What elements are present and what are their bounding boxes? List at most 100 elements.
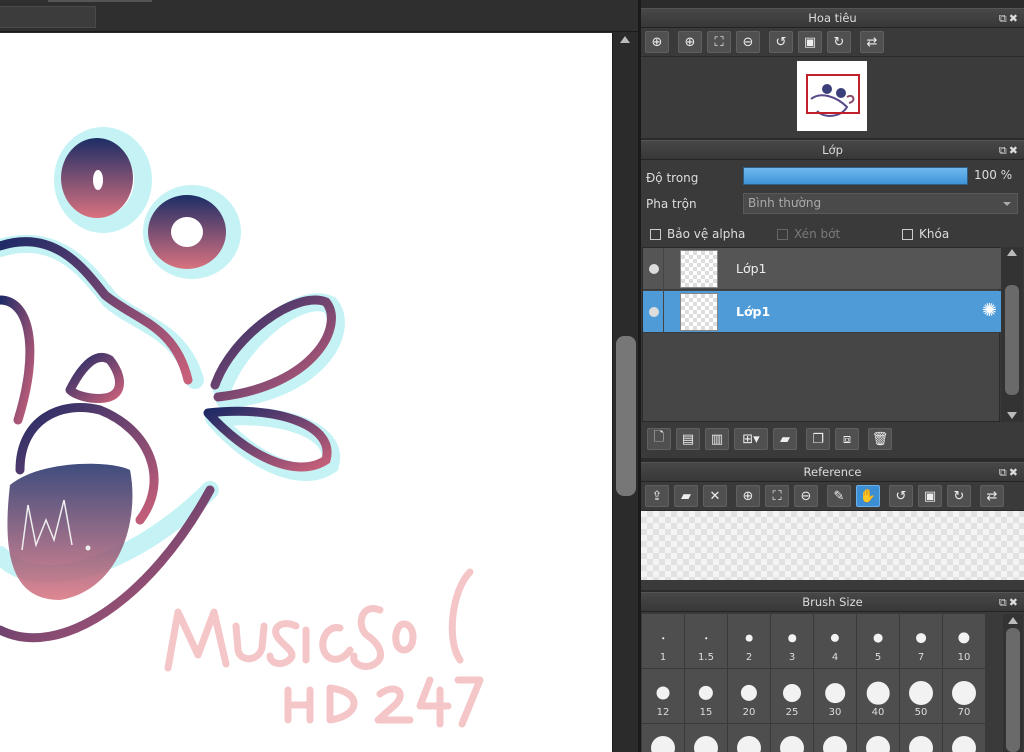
- close-icon[interactable]: ✖: [1009, 466, 1020, 479]
- checkbox-box[interactable]: [650, 228, 661, 240]
- checkbox-box[interactable]: [777, 228, 788, 240]
- protect-alpha-checkbox[interactable]: Bảo vệ alpha: [650, 227, 745, 241]
- close-icon[interactable]: ✖: [1009, 12, 1020, 25]
- brush-size-cell[interactable]: [900, 724, 942, 752]
- visibility-icon[interactable]: [649, 264, 659, 274]
- brush-size-cell[interactable]: [814, 724, 856, 752]
- layer-title: Lớp: [822, 143, 843, 157]
- scroll-up-arrow-icon[interactable]: [620, 36, 630, 43]
- rotate-left-icon[interactable]: ↺: [889, 485, 913, 507]
- scroll-up-arrow-icon[interactable]: [1007, 249, 1017, 256]
- open-folder-icon[interactable]: ▰: [674, 485, 698, 507]
- close-icon[interactable]: ✖: [1009, 144, 1020, 157]
- brush-size-cell[interactable]: 4: [814, 614, 856, 668]
- brush-size-cell[interactable]: [685, 724, 727, 752]
- brush-size-cell[interactable]: [728, 724, 770, 752]
- brush-size-cell[interactable]: [642, 724, 684, 752]
- brush-size-cell[interactable]: 25: [771, 669, 813, 723]
- brush-size-cell[interactable]: 1.5: [685, 614, 727, 668]
- zoom-reset-icon[interactable]: ⊕: [645, 31, 669, 53]
- brush-size-cell[interactable]: 2: [728, 614, 770, 668]
- canvas-tab[interactable]: [0, 6, 96, 28]
- rotate-right-icon[interactable]: ↻: [827, 31, 851, 53]
- scroll-down-arrow-icon[interactable]: [1007, 412, 1017, 419]
- brush-dot-icon: [745, 634, 753, 642]
- lock-checkbox[interactable]: Khóa: [902, 227, 949, 241]
- flip-icon[interactable]: ⇄: [860, 31, 884, 53]
- brush-size-cell[interactable]: [943, 724, 985, 752]
- undock-icon[interactable]: ⧉: [999, 12, 1009, 25]
- reference-header: Reference ⧉✖: [641, 462, 1024, 482]
- scroll-up-arrow-icon[interactable]: [1008, 617, 1018, 624]
- brush-size-cell[interactable]: 30: [814, 669, 856, 723]
- scrollbar-thumb[interactable]: [616, 336, 636, 496]
- blend-mode-select[interactable]: Bình thường: [743, 193, 1018, 214]
- reference-toolbar: ⇪ ▰ ✕ ⊕ ⛶ ⊖ ✎ ✋ ↺ ▣ ↻ ⇄: [641, 482, 1024, 510]
- brush-size-cell[interactable]: [857, 724, 899, 752]
- brush-size-cell[interactable]: 1: [642, 614, 684, 668]
- new-8bit-layer-icon[interactable]: ▤: [676, 428, 700, 450]
- brush-size-cell[interactable]: 5: [857, 614, 899, 668]
- canvas-vertical-scrollbar[interactable]: [612, 33, 638, 752]
- brush-size-grid: 1 1.5 2 3 4 5 7 10 12 15 20 25 30 40 50 70: [642, 614, 986, 752]
- new-1bit-layer-icon[interactable]: ▥: [705, 428, 729, 450]
- layer-row-selected[interactable]: Lớp1 ✺: [643, 291, 1001, 333]
- brush-size-label: 25: [785, 707, 799, 718]
- fit-icon[interactable]: ⛶: [707, 31, 731, 53]
- brush-size-cell[interactable]: 3: [771, 614, 813, 668]
- opacity-value: 100 %: [974, 168, 1013, 182]
- brush-size-cell[interactable]: 10: [943, 614, 985, 668]
- flip-icon[interactable]: ⇄: [980, 485, 1004, 507]
- close-icon[interactable]: ✖: [1009, 596, 1020, 609]
- reference-canvas[interactable]: [641, 510, 1024, 580]
- brush-size-cell[interactable]: 15: [685, 669, 727, 723]
- navigator-title: Hoa tiêu: [808, 11, 857, 25]
- layer-list-scrollbar[interactable]: [1001, 247, 1023, 422]
- brush-size-label: 7: [917, 652, 925, 663]
- brush-size-cell[interactable]: 20: [728, 669, 770, 723]
- add-layer-menu-icon[interactable]: ⊞▾: [734, 428, 768, 450]
- delete-layer-icon[interactable]: 🗑: [868, 428, 892, 450]
- scrollbar-thumb[interactable]: [1006, 628, 1020, 752]
- brush-size-cell[interactable]: [771, 724, 813, 752]
- zoom-in-icon[interactable]: ⊕: [736, 485, 760, 507]
- brush-size-cell[interactable]: 70: [943, 669, 985, 723]
- hand-icon[interactable]: ✋: [856, 485, 880, 507]
- reset-rotation-icon[interactable]: ▣: [798, 31, 822, 53]
- scrollbar-thumb[interactable]: [1005, 285, 1019, 395]
- opacity-slider[interactable]: [743, 167, 968, 185]
- close-icon[interactable]: ✕: [703, 485, 727, 507]
- gear-icon[interactable]: ✺: [982, 300, 997, 321]
- brush-size-scrollbar[interactable]: [1003, 614, 1023, 752]
- visibility-icon[interactable]: [649, 307, 659, 317]
- upload-icon[interactable]: ⇪: [645, 485, 669, 507]
- undock-icon[interactable]: ⧉: [999, 596, 1009, 609]
- new-layer-icon[interactable]: 🗋: [647, 428, 671, 450]
- brush-size-cell[interactable]: 12: [642, 669, 684, 723]
- undock-icon[interactable]: ⧉: [999, 466, 1009, 479]
- brush-size-cell[interactable]: 40: [857, 669, 899, 723]
- zoom-out-icon[interactable]: ⊖: [794, 485, 818, 507]
- zoom-out-icon[interactable]: ⊖: [736, 31, 760, 53]
- navigator-viewport-frame[interactable]: [806, 74, 860, 114]
- reset-rotation-icon[interactable]: ▣: [918, 485, 942, 507]
- duplicate-layer-icon[interactable]: ❐: [806, 428, 830, 450]
- brush-size-cell[interactable]: 50: [900, 669, 942, 723]
- navigator-thumbnail[interactable]: [797, 61, 867, 131]
- brush-size-label: 10: [957, 652, 971, 663]
- checkbox-box[interactable]: [902, 228, 913, 240]
- brush-size-label: 1.5: [698, 652, 714, 663]
- drawing-canvas[interactable]: [0, 33, 612, 752]
- undock-icon[interactable]: ⧉: [999, 144, 1009, 157]
- brush-size-label: 30: [828, 707, 842, 718]
- rotate-right-icon[interactable]: ↻: [947, 485, 971, 507]
- merge-down-icon[interactable]: ⧈: [835, 428, 859, 450]
- rotate-left-icon[interactable]: ↺: [769, 31, 793, 53]
- brush-size-cell[interactable]: 7: [900, 614, 942, 668]
- fit-icon[interactable]: ⛶: [765, 485, 789, 507]
- clipping-checkbox[interactable]: Xén bớt: [777, 227, 840, 241]
- new-folder-icon[interactable]: ▰: [773, 428, 797, 450]
- layer-row[interactable]: Lớp1: [643, 248, 1001, 290]
- eyedropper-icon[interactable]: ✎: [827, 485, 851, 507]
- zoom-in-icon[interactable]: ⊕: [678, 31, 702, 53]
